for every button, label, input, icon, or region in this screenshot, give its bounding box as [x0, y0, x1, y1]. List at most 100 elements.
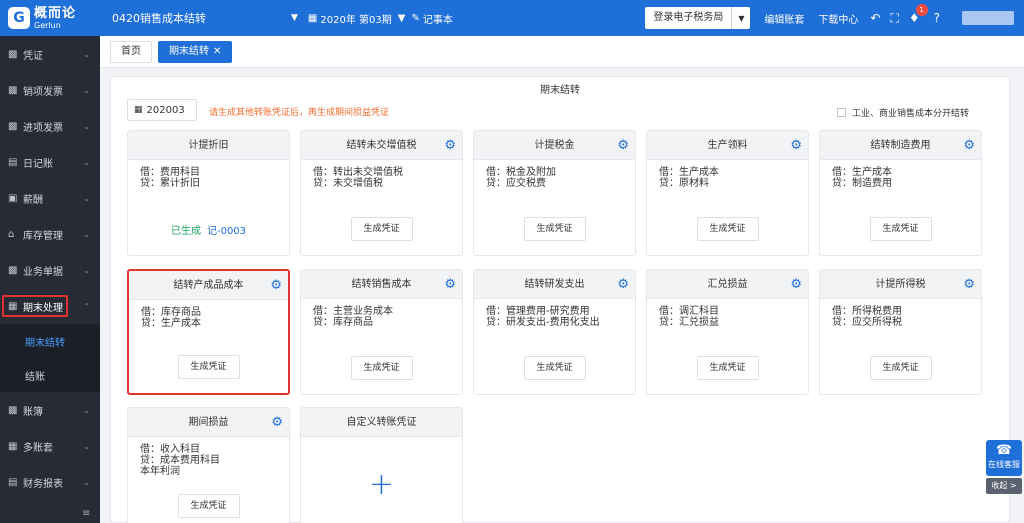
- collapse-button[interactable]: 收起 >: [986, 478, 1022, 494]
- chevron-down-icon: ⌄: [83, 405, 90, 415]
- user-avatar[interactable]: [962, 11, 1014, 25]
- sidebar-subitem-period-transfer[interactable]: 期末结转: [0, 324, 100, 358]
- sidebar-item-ledger[interactable]: ▩ 账簿 ⌄: [0, 392, 100, 428]
- card-rd-expense: 结转研发支出 ⚙ 借：管理费用-研究费用 贷：研发支出-费用化支出 生成凭证: [473, 269, 636, 395]
- generate-voucher-button[interactable]: 生成凭证: [869, 217, 932, 241]
- card-period-profit-loss: 期间损益 ⚙ 借：收入科目 贷：成本费用科目 本年利润 生成凭证: [127, 407, 290, 523]
- card-title: 计提税金: [534, 140, 575, 151]
- gear-icon[interactable]: ⚙: [617, 270, 629, 299]
- chevron-down-icon: ⌄: [83, 193, 90, 203]
- sidebar-item-business-docs[interactable]: ▩ 业务单据 ⌄: [0, 252, 100, 288]
- logo[interactable]: G 概而论 Gerlun: [0, 0, 100, 36]
- sidebar-item-salary[interactable]: ▣ 薪酬 ⌄: [0, 180, 100, 216]
- sidebar-item-period-end[interactable]: ▦ 期末处理 ⌃: [0, 288, 100, 324]
- generate-voucher-button[interactable]: 生成凭证: [350, 217, 413, 241]
- gear-icon[interactable]: ⚙: [270, 271, 282, 300]
- gear-icon[interactable]: ⚙: [617, 131, 629, 160]
- card-tax-accrual: 计提税金 ⚙ 借：税金及附加 贷：应交税费 生成凭证: [473, 130, 636, 256]
- sidebar-item-journal[interactable]: ▤ 日记账 ⌄: [0, 144, 100, 180]
- download-center-link[interactable]: 下载中心: [818, 11, 858, 26]
- bell-icon[interactable]: ♦ 1: [909, 4, 928, 25]
- card-title: 计提折旧: [128, 131, 289, 160]
- tab-period-transfer[interactable]: 期末结转 ✕: [158, 40, 233, 63]
- edit-books-link[interactable]: 编辑账套: [764, 11, 804, 26]
- invoice-in-icon: ▩: [8, 120, 18, 132]
- chevron-up-icon: ⌃: [83, 301, 90, 311]
- sidebar-item-voucher[interactable]: ▩ 凭证 ⌄: [0, 36, 100, 72]
- sidebar: ▩ 凭证 ⌄ ▩ 销项发票 ⌄ ▩ 进项发票 ⌄ ▤ 日记账 ⌄ ▣ 薪酬 ⌄ ⌂ 库存管理 ⌄ ▩ 业务…: [0, 36, 100, 523]
- ledger-icon: ▩: [8, 404, 18, 416]
- add-icon[interactable]: +: [369, 470, 394, 500]
- generate-voucher-button[interactable]: 生成凭证: [869, 356, 932, 380]
- online-service-button[interactable]: ☎ 在线客服: [986, 440, 1022, 476]
- tax-bureau-label: 登录电子税务局: [645, 7, 733, 29]
- notification-badge: 1: [915, 4, 928, 16]
- checkbox-box[interactable]: [836, 108, 846, 117]
- card-custom-transfer[interactable]: 自定义转账凭证 +: [300, 407, 463, 523]
- generate-voucher-button[interactable]: 生成凭证: [523, 217, 586, 241]
- back-icon[interactable]: ↶: [870, 11, 880, 25]
- tab-bar: 首页 期末结转 ✕: [100, 36, 1024, 68]
- period-selector[interactable]: ▦ 2020年 第03期 ▼ ✎ 记事本: [308, 11, 453, 26]
- chevron-down-icon: ⌄: [83, 49, 90, 59]
- card-title: 计提所得税: [875, 279, 926, 290]
- gear-icon[interactable]: ⚙: [790, 270, 802, 299]
- sidebar-item-inventory[interactable]: ⌂ 库存管理 ⌄: [0, 216, 100, 252]
- top-bar: G 概而论 Gerlun 0420销售成本结转 ▼ ▦ 2020年 第03期 ▼…: [0, 0, 1024, 36]
- gear-icon[interactable]: ⚙: [963, 131, 975, 160]
- notepad-link[interactable]: 记事本: [423, 11, 453, 26]
- help-icon[interactable]: ?: [934, 11, 940, 25]
- journal-icon: ▤: [8, 156, 18, 168]
- voucher-link[interactable]: 记-0003: [207, 226, 246, 237]
- tab-home[interactable]: 首页: [110, 40, 152, 63]
- company-dropdown-icon[interactable]: ▼: [291, 13, 298, 23]
- close-icon[interactable]: ✕: [213, 46, 221, 57]
- highlight-outline: [2, 295, 68, 317]
- separate-transfer-label: 工业、商业销售成本分开结转: [851, 109, 969, 119]
- period-dropdown-icon[interactable]: ▼: [398, 13, 406, 24]
- card-title: 自定义转账凭证: [301, 408, 462, 437]
- chevron-down-icon: ⌄: [83, 157, 90, 167]
- card-manufacturing-overhead: 结转制造费用 ⚙ 借：生产成本 贷：制造费用 生成凭证: [819, 130, 982, 256]
- chevron-down-icon: ⌄: [83, 121, 90, 131]
- period-picker[interactable]: ▦ 202003: [127, 99, 197, 121]
- logo-cn: 概而论: [34, 5, 77, 21]
- gear-icon[interactable]: ⚙: [790, 131, 802, 160]
- gear-icon[interactable]: ⚙: [444, 131, 456, 160]
- logo-en: Gerlun: [34, 20, 61, 30]
- chevron-down-icon: ⌄: [83, 85, 90, 95]
- company-name[interactable]: 0420销售成本结转: [112, 10, 287, 26]
- tax-bureau-button[interactable]: 登录电子税务局 ▼: [645, 7, 751, 29]
- generate-voucher-button[interactable]: 生成凭证: [350, 356, 413, 380]
- separate-transfer-checkbox[interactable]: 工业、商业销售成本分开结转: [836, 106, 969, 119]
- fullscreen-icon[interactable]: ⛶: [890, 11, 898, 26]
- card-finished-goods-cost: 结转产成品成本 ⚙ 借：库存商品 贷：生产成本 生成凭证: [127, 269, 290, 395]
- gear-icon[interactable]: ⚙: [271, 408, 283, 437]
- gear-icon[interactable]: ⚙: [963, 270, 975, 299]
- gear-icon[interactable]: ⚙: [444, 270, 456, 299]
- inventory-icon: ⌂: [8, 228, 15, 240]
- generate-voucher-button[interactable]: 生成凭证: [177, 355, 240, 379]
- sidebar-collapse-icon[interactable]: ≡: [82, 508, 90, 519]
- sidebar-subitem-closing[interactable]: 结账: [0, 358, 100, 392]
- card-title: 结转产成品成本: [173, 280, 244, 291]
- hint-text: 请生成其他转账凭证后，再生成期间损益凭证: [209, 108, 390, 118]
- chevron-down-icon: ⌄: [83, 229, 90, 239]
- generate-voucher-button[interactable]: 生成凭证: [696, 217, 759, 241]
- tax-bureau-dropdown-icon[interactable]: ▼: [732, 14, 750, 23]
- card-income-tax: 计提所得税 ⚙ 借：所得税费用 贷：应交所得税 生成凭证: [819, 269, 982, 395]
- page-title: 期末结转: [540, 85, 580, 96]
- sidebar-item-sales-invoice[interactable]: ▩ 销项发票 ⌄: [0, 72, 100, 108]
- card-title: 汇兑损益: [707, 279, 748, 290]
- card-title: 期间损益: [188, 417, 229, 428]
- card-title: 结转销售成本: [351, 279, 412, 290]
- sidebar-item-multi-books[interactable]: ▦ 多账套 ⌄: [0, 428, 100, 464]
- generate-voucher-button[interactable]: 生成凭证: [696, 356, 759, 380]
- document-icon: ▩: [8, 264, 18, 276]
- generate-voucher-button[interactable]: 生成凭证: [523, 356, 586, 380]
- sidebar-item-purchase-invoice[interactable]: ▩ 进项发票 ⌄: [0, 108, 100, 144]
- sidebar-item-reports[interactable]: ▤ 财务报表 ⌄: [0, 464, 100, 500]
- generate-voucher-button[interactable]: 生成凭证: [177, 494, 240, 518]
- period-label: 2020年 第03期: [320, 14, 392, 26]
- card-title: 结转研发支出: [524, 279, 585, 290]
